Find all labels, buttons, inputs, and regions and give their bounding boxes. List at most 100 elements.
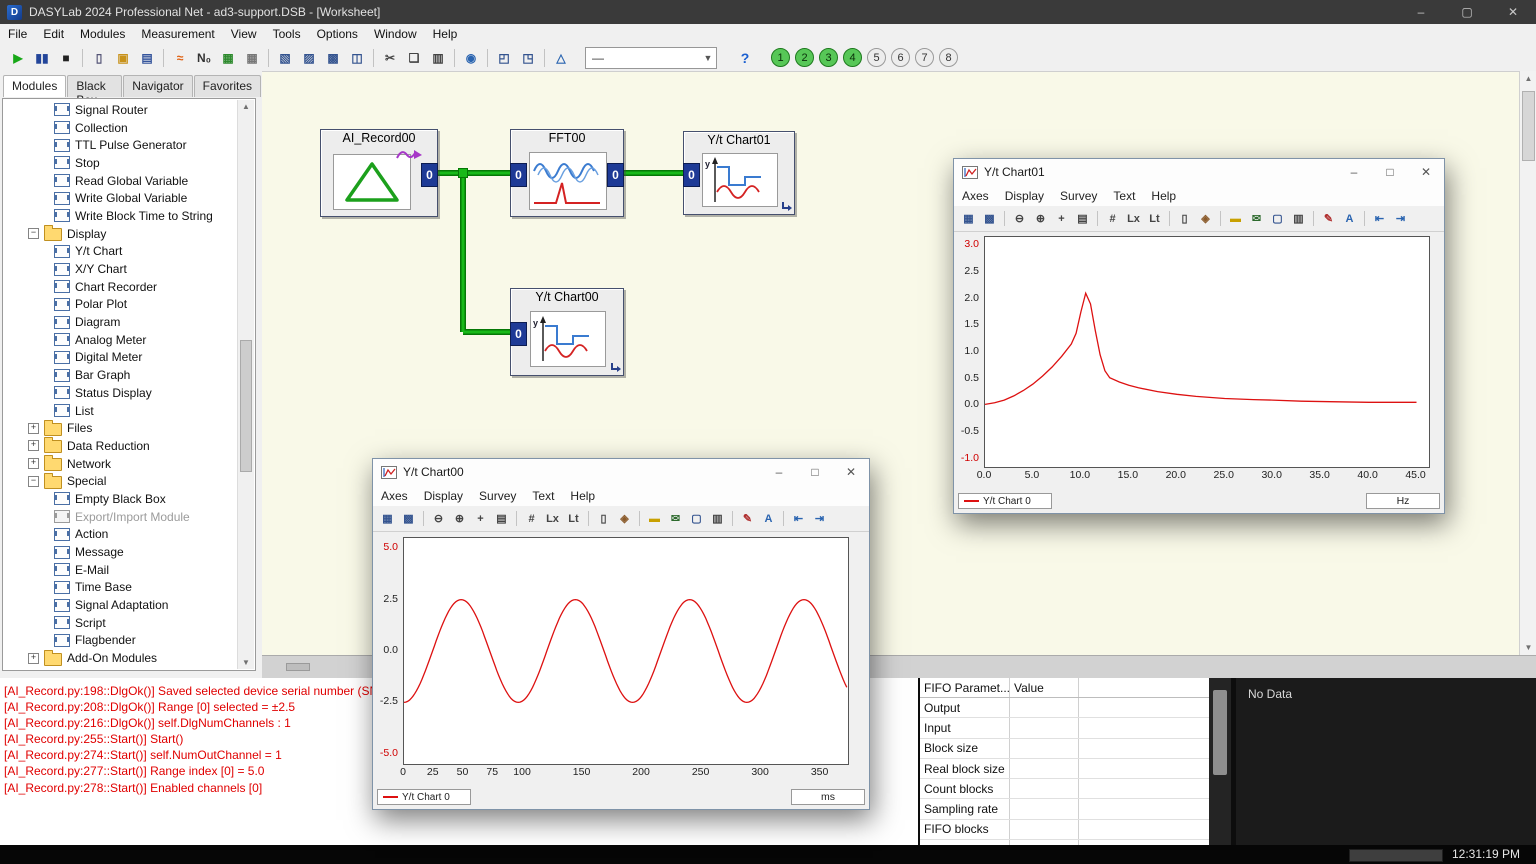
window-titlebar[interactable]: Y/t Chart01 – □ ✕ — [954, 159, 1444, 186]
delete-signal-button[interactable]: ≈ — [168, 47, 192, 69]
worksheet-scrollbar[interactable] — [1519, 71, 1536, 655]
worksheet-view-button[interactable]: ▧ — [273, 47, 297, 69]
scroll-left-icon[interactable]: ⇤ — [1370, 209, 1389, 228]
scroll-right-icon[interactable]: ⇥ — [1391, 209, 1410, 228]
cursor-icon[interactable]: + — [471, 509, 490, 528]
chart-menu-item[interactable]: Display — [997, 189, 1052, 203]
fifo-row[interactable]: Count blocks — [920, 779, 1209, 799]
tree-item[interactable]: Polar Plot — [4, 296, 237, 314]
tree-item[interactable]: Signal Router — [4, 101, 237, 119]
tree-item[interactable]: Message — [4, 543, 237, 561]
new-worksheet-button[interactable]: ▯ — [87, 47, 111, 69]
preset-button[interactable]: 1 — [771, 48, 790, 67]
linear-time-axis-icon[interactable]: Lt — [564, 509, 583, 528]
tree-item[interactable]: + Files — [4, 419, 237, 437]
worksheet-snapshot-button[interactable]: ▦ — [216, 47, 240, 69]
tree-item[interactable]: + Add-On Modules — [4, 649, 237, 667]
tree-item[interactable]: − Display — [4, 225, 237, 243]
tree-scrollbar[interactable] — [237, 100, 254, 669]
menu-item[interactable]: Help — [425, 27, 466, 41]
fifo-scrollbar[interactable] — [1209, 678, 1231, 845]
text-icon[interactable]: A — [1340, 209, 1359, 228]
start-button[interactable]: ▶ — [6, 47, 30, 69]
fifo-row[interactable]: Block size — [920, 739, 1209, 759]
tree-item[interactable]: Status Display — [4, 384, 237, 402]
export-icon[interactable]: ✉ — [666, 509, 685, 528]
close-button[interactable]: ✕ — [833, 459, 869, 485]
module-block-yt-chart01[interactable]: Y/t Chart01 y 0 — [683, 131, 795, 215]
fifo-header-value[interactable]: Value — [1010, 678, 1079, 697]
close-button[interactable]: ✕ — [1490, 0, 1536, 24]
minimize-button[interactable]: – — [1398, 0, 1444, 24]
ruler-icon[interactable]: ▥ — [708, 509, 727, 528]
tree-item[interactable]: TTL Pulse Generator — [4, 136, 237, 154]
chart-menu-item[interactable]: Help — [562, 489, 603, 503]
tree-item[interactable]: List — [4, 402, 237, 420]
cursor-icon[interactable]: + — [1052, 209, 1071, 228]
fifo-row[interactable]: Sampling rate — [920, 799, 1209, 819]
tree-item[interactable]: Analog Meter — [4, 331, 237, 349]
chart-menu-item[interactable]: Axes — [373, 489, 416, 503]
paint-icon[interactable]: ✎ — [738, 509, 757, 528]
screen-copy-icon[interactable]: ▢ — [1268, 209, 1287, 228]
float-window-button[interactable]: ◰ — [492, 47, 516, 69]
fifo-row[interactable]: Output — [920, 698, 1209, 718]
window-titlebar[interactable]: Y/t Chart00 – □ ✕ — [373, 459, 869, 486]
sidebar-tab[interactable]: Navigator — [123, 75, 192, 97]
legend-entry[interactable]: Y/t Chart 0 — [958, 493, 1052, 509]
module-block-ai-record00[interactable]: AI_Record00 0 — [320, 129, 438, 217]
tree-item[interactable]: − Special — [4, 472, 237, 490]
copy-to-clipboard-icon[interactable]: ▦ — [378, 509, 397, 528]
paste-button[interactable]: ▥ — [426, 47, 450, 69]
tree-item[interactable]: Digital Meter — [4, 349, 237, 367]
close-button[interactable]: ✕ — [1408, 159, 1444, 185]
chart-menu-item[interactable]: Help — [1143, 189, 1184, 203]
blank-page-icon[interactable]: ▯ — [594, 509, 613, 528]
maximize-button[interactable]: ▢ — [1444, 0, 1490, 24]
preset-button[interactable]: 4 — [843, 48, 862, 67]
tree-item[interactable]: Script — [4, 614, 237, 632]
expand-toggle-icon[interactable]: − — [28, 476, 39, 487]
preset-button[interactable]: 6 — [891, 48, 910, 67]
expand-toggle-icon[interactable]: + — [28, 458, 39, 469]
tree-item[interactable]: Signal Adaptation — [4, 596, 237, 614]
worksheet-scrollbar-thumb[interactable] — [1522, 91, 1535, 161]
preset-button[interactable]: 7 — [915, 48, 934, 67]
x-unit-box[interactable]: ms — [791, 789, 865, 805]
module-numbers-button[interactable]: N₀ — [192, 47, 216, 69]
chart-menu-item[interactable]: Text — [524, 489, 562, 503]
measurement-setup-combo[interactable]: — — [585, 47, 717, 69]
plot-area[interactable] — [403, 537, 849, 765]
chart-menu-item[interactable]: Text — [1105, 189, 1143, 203]
preset-button[interactable]: 5 — [867, 48, 886, 67]
minimize-button[interactable]: – — [1336, 159, 1372, 185]
copy-to-clipboard-icon[interactable]: ▦ — [959, 209, 978, 228]
log-x-axis-icon[interactable]: Lx — [543, 509, 562, 528]
export-icon[interactable]: ✉ — [1247, 209, 1266, 228]
log-x-axis-icon[interactable]: Lx — [1124, 209, 1143, 228]
fifo-row[interactable]: FIFO blocks — [920, 820, 1209, 840]
help-button[interactable]: ? — [733, 47, 757, 69]
preset-button[interactable]: 2 — [795, 48, 814, 67]
chart-menu-item[interactable]: Survey — [471, 489, 524, 503]
output-port[interactable]: 0 — [421, 163, 438, 187]
linear-time-axis-icon[interactable]: Lt — [1145, 209, 1164, 228]
scroll-right-icon[interactable]: ⇥ — [810, 509, 829, 528]
tree-item[interactable]: Collection — [4, 119, 237, 137]
menu-item[interactable]: View — [223, 27, 265, 41]
menu-item[interactable]: Edit — [35, 27, 72, 41]
open-worksheet-button[interactable]: ▣ — [111, 47, 135, 69]
preset-button[interactable]: 8 — [939, 48, 958, 67]
save-worksheet-button[interactable]: ▤ — [135, 47, 159, 69]
pause-button[interactable]: ▮▮ — [30, 47, 54, 69]
minimize-button[interactable]: – — [761, 459, 797, 485]
maximize-button[interactable]: □ — [1372, 159, 1408, 185]
plot-area[interactable] — [984, 236, 1430, 468]
tree-item[interactable]: Empty Black Box — [4, 490, 237, 508]
sidebar-tab[interactable]: Modules — [3, 75, 66, 97]
tree-scrollbar-thumb[interactable] — [240, 340, 252, 472]
expand-toggle-icon[interactable]: + — [28, 653, 39, 664]
fifo-row[interactable]: Real block size — [920, 759, 1209, 779]
print-icon[interactable]: ▤ — [1073, 209, 1092, 228]
screen-copy-icon[interactable]: ▢ — [687, 509, 706, 528]
